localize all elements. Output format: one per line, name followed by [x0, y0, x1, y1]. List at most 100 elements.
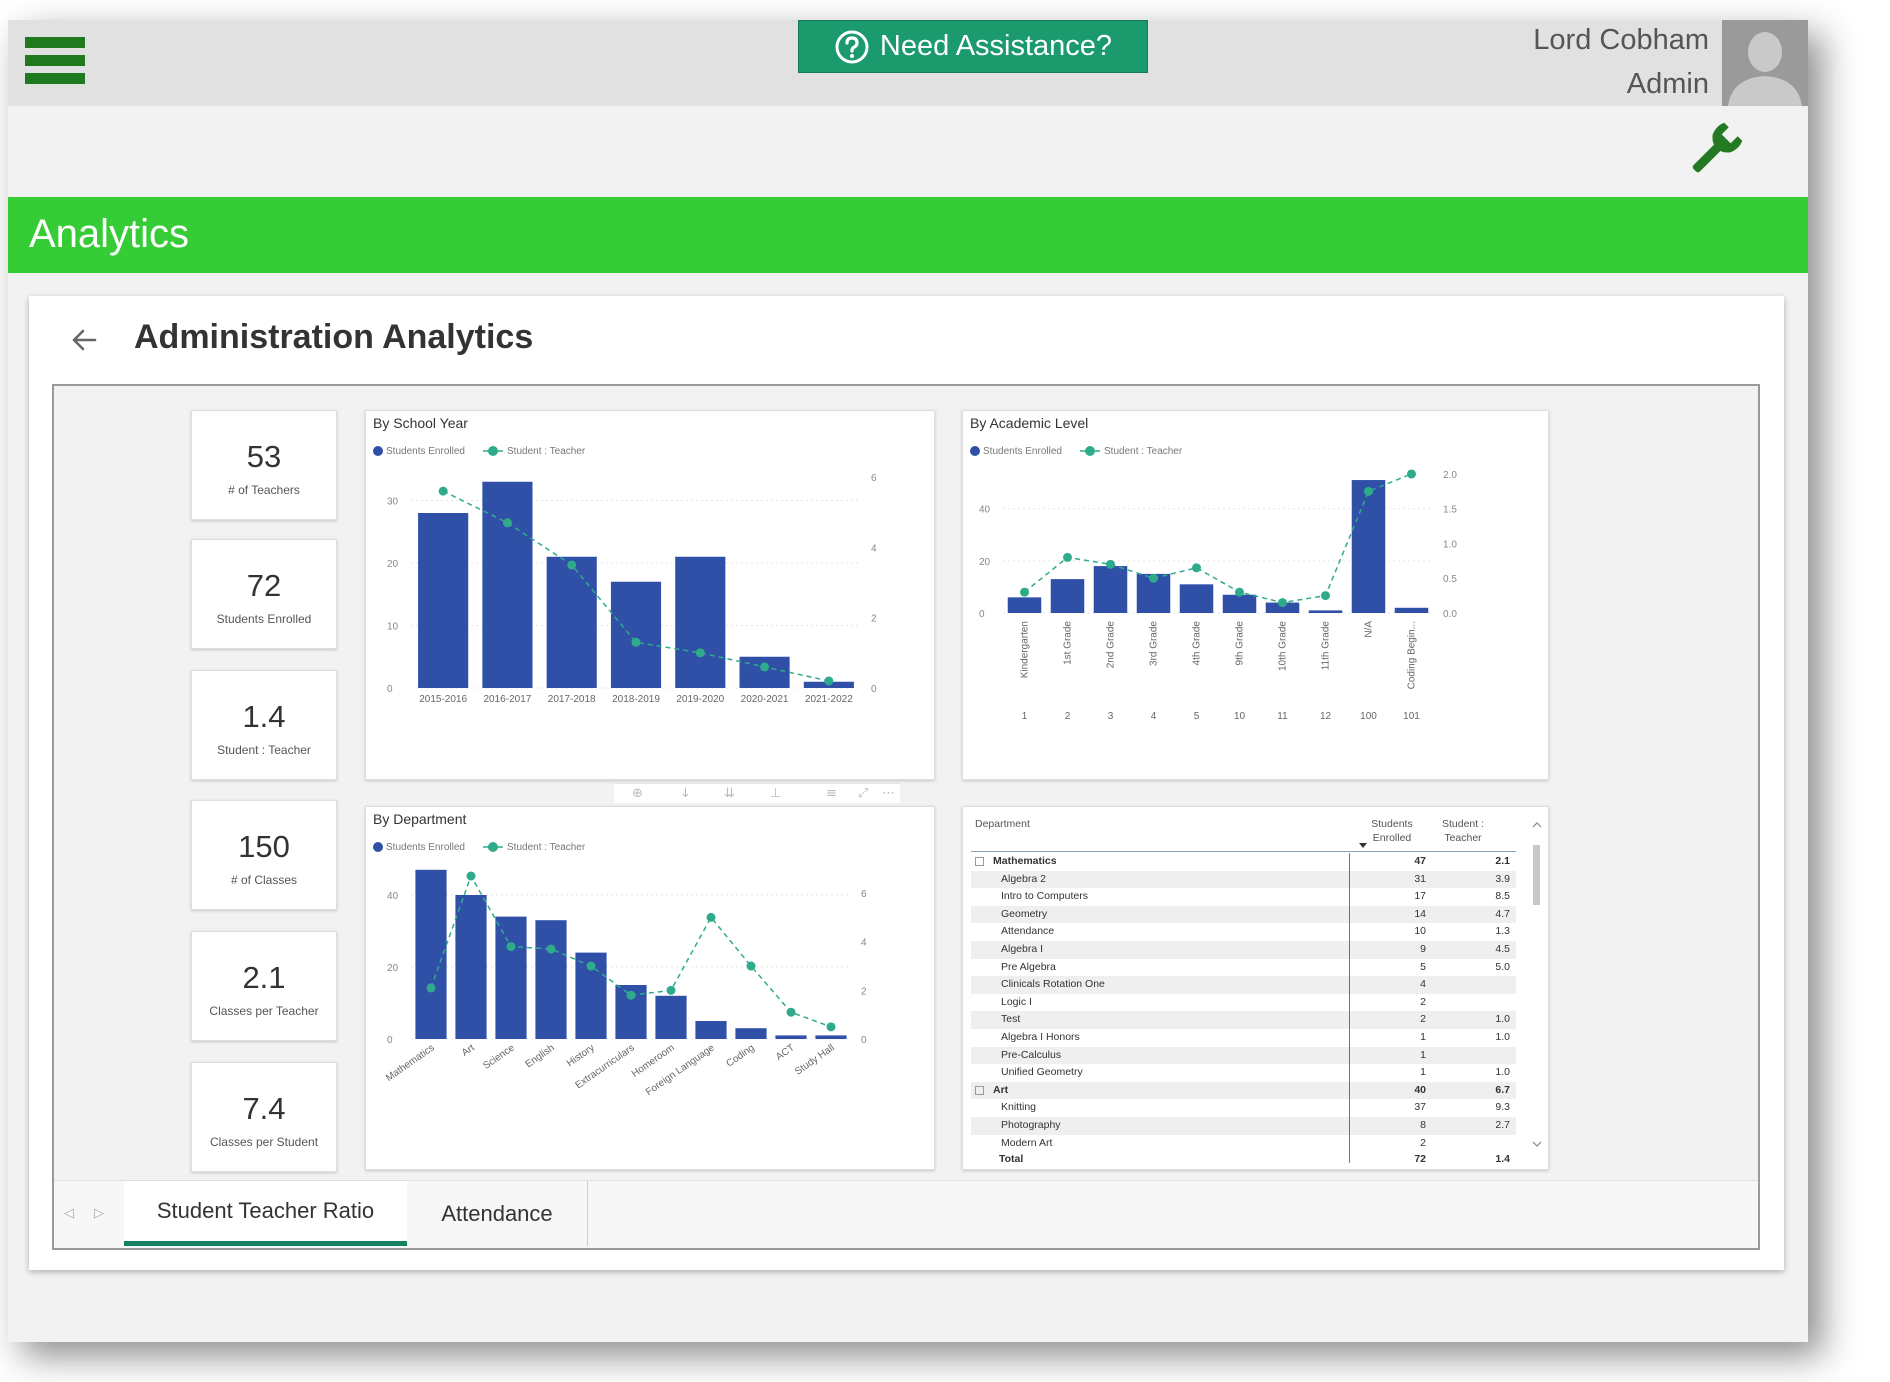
chart-by-department[interactable]: By Department Students Enrolled Student : … — [365, 806, 935, 1170]
x-tick-label: Coding Begin... — [1407, 621, 1418, 689]
matrix-row[interactable]: Algebra I 9 4.5 — [971, 940, 1516, 959]
kpi-card-classes: 150 # of Classes — [191, 800, 337, 910]
previous-page-icon[interactable]: ◁ — [64, 1205, 76, 1220]
expand-all-icon[interactable]: ⇊ — [724, 786, 735, 801]
total-enrolled: 72 — [1414, 1153, 1426, 1165]
tab-student-teacher-ratio[interactable]: Student Teacher Ratio — [124, 1181, 407, 1246]
bar — [739, 656, 790, 688]
scroll-up-icon[interactable] — [1530, 820, 1544, 830]
question-circle-icon — [835, 30, 869, 63]
ratio-point — [567, 560, 577, 570]
kpi-label: Students Enrolled — [216, 612, 312, 626]
page-title: Administration Analytics — [134, 318, 534, 356]
matrix-row[interactable]: Geometry 14 4.7 — [971, 905, 1516, 924]
matrix-row[interactable]: Intro to Computers 17 8.5 — [971, 888, 1516, 906]
focus-mode-icon[interactable]: ⤢ — [858, 786, 868, 801]
x-tick-label: Foreign Language — [644, 1042, 717, 1098]
matrix-header-department[interactable]: Department — [975, 817, 1030, 831]
matrix-row[interactable]: Algebra 2 31 3.9 — [971, 870, 1516, 889]
matrix-row[interactable]: Unified Geometry 1 1.0 — [971, 1064, 1516, 1082]
x-tick-label: Mathematics — [384, 1042, 437, 1084]
pin-icon[interactable]: ⊕ — [632, 786, 643, 801]
ratio-point — [1063, 552, 1072, 562]
x-tick-label: Coding — [724, 1042, 756, 1069]
tab-attendance[interactable]: Attendance — [407, 1181, 588, 1246]
bar — [1007, 597, 1042, 613]
ratio-point — [746, 961, 756, 971]
bar — [418, 513, 469, 688]
kpi-value: 1.4 — [242, 699, 286, 734]
x-tick-label: ACT — [774, 1042, 797, 1062]
x-tick-label: Art — [460, 1042, 477, 1058]
ratio-point — [666, 985, 676, 995]
chart-by-school-year[interactable]: By School Year Students Enrolled Student :… — [365, 410, 935, 780]
matrix-cell-enrolled: 1 — [1420, 1066, 1426, 1079]
drill-down-icon[interactable]: ↓ — [680, 786, 691, 801]
next-page-icon[interactable]: ▷ — [94, 1205, 106, 1220]
collapse-toggle-icon[interactable] — [975, 1085, 984, 1095]
kpi-value: 2.1 — [242, 960, 286, 995]
ratio-point — [706, 912, 716, 922]
matrix-row[interactable]: Attendance 10 1.3 — [971, 923, 1516, 941]
matrix-row[interactable]: Test 2 1.0 — [971, 1011, 1516, 1029]
bar — [1394, 607, 1429, 613]
chart-svg: By School Year Students Enrolled Student :… — [373, 415, 877, 705]
matrix-scrollbar[interactable] — [1530, 817, 1544, 1157]
matrix-row[interactable]: Logic I 2 — [971, 994, 1516, 1012]
matrix-cell-ratio: 2.1 — [1495, 855, 1510, 867]
scrollbar-thumb[interactable] — [1533, 845, 1540, 905]
matrix-row[interactable]: Modern Art 2 — [971, 1135, 1516, 1150]
ratio-point — [1321, 591, 1330, 601]
matrix-row[interactable]: Pre Algebra 5 5.0 — [971, 959, 1516, 977]
arrow-left-icon[interactable] — [67, 323, 101, 357]
matrix-cell-enrolled: 2 — [1420, 1013, 1426, 1026]
sort-desc-icon[interactable] — [1359, 843, 1367, 849]
chart-title: By Academic Level — [970, 415, 1088, 431]
hamburger-icon[interactable] — [25, 37, 85, 85]
more-options-icon[interactable]: ⋯ — [882, 786, 895, 801]
matrix-cell-department: Clinicals Rotation One — [1001, 978, 1105, 991]
matrix-row[interactable]: Knitting 37 9.3 — [971, 1099, 1516, 1117]
legend-marker-bars — [970, 446, 980, 456]
wrench-icon[interactable] — [1685, 122, 1743, 180]
matrix-cell-enrolled: 17 — [1414, 890, 1426, 903]
user-name: Lord Cobham — [1533, 24, 1709, 56]
app-window: Need Assistance? Lord Cobham Admin Analy… — [8, 20, 1808, 1342]
matrix-group-row[interactable]: Art 40 6.7 — [971, 1081, 1516, 1100]
matrix-row[interactable]: Pre-Calculus 1 — [971, 1046, 1516, 1065]
bar — [1308, 610, 1343, 613]
matrix-group-row[interactable]: Mathematics 47 2.1 — [971, 853, 1516, 871]
avatar[interactable] — [1722, 20, 1808, 106]
matrix-cell-department: Geometry — [1001, 907, 1048, 920]
y2-tick-label: 2 — [861, 986, 867, 997]
chart-title: By School Year — [373, 415, 468, 431]
bar — [610, 581, 662, 688]
kpi-value: 7.4 — [242, 1091, 286, 1126]
y-tick-label: 40 — [387, 891, 399, 902]
need-assistance-button[interactable]: Need Assistance? — [798, 20, 1148, 73]
bar — [1050, 579, 1085, 613]
scroll-down-icon[interactable] — [1530, 1139, 1544, 1149]
x-tick-label: N/A — [1364, 621, 1375, 638]
matrix-cell-department: Logic I — [1001, 995, 1032, 1008]
ratio-point — [466, 871, 476, 881]
chart-by-academic-level[interactable]: By Academic Level Students Enrolled Studen… — [962, 410, 1549, 780]
kpi-value: 150 — [238, 829, 290, 864]
matrix-header-ratio[interactable]: Student : Teacher — [1438, 817, 1488, 845]
y-tick-label: 20 — [387, 559, 399, 570]
matrix-header-enrolled[interactable]: Students Enrolled — [1362, 817, 1422, 845]
y-tick-label: 40 — [979, 505, 991, 516]
y2-tick-label: 0 — [871, 684, 877, 695]
drill-mode-icon[interactable]: ⊥ — [770, 786, 781, 801]
kpi-card-classes-per-teacher: 2.1 Classes per Teacher — [191, 931, 337, 1041]
collapse-toggle-icon[interactable] — [975, 857, 984, 866]
matrix-cell-ratio: 4.7 — [1495, 907, 1510, 920]
matrix-row[interactable]: Photography 8 2.7 — [971, 1116, 1516, 1135]
bar — [815, 1035, 847, 1039]
filter-icon[interactable]: ≡ — [826, 786, 837, 801]
matrix-row[interactable]: Clinicals Rotation One 4 — [971, 976, 1516, 994]
matrix-row[interactable]: Algebra I Honors 1 1.0 — [971, 1029, 1516, 1047]
y-tick-label: 0 — [979, 609, 985, 620]
kpi-label: Classes per Student — [209, 1135, 319, 1149]
department-matrix[interactable]: Department Students Enrolled Student : T… — [962, 806, 1549, 1170]
